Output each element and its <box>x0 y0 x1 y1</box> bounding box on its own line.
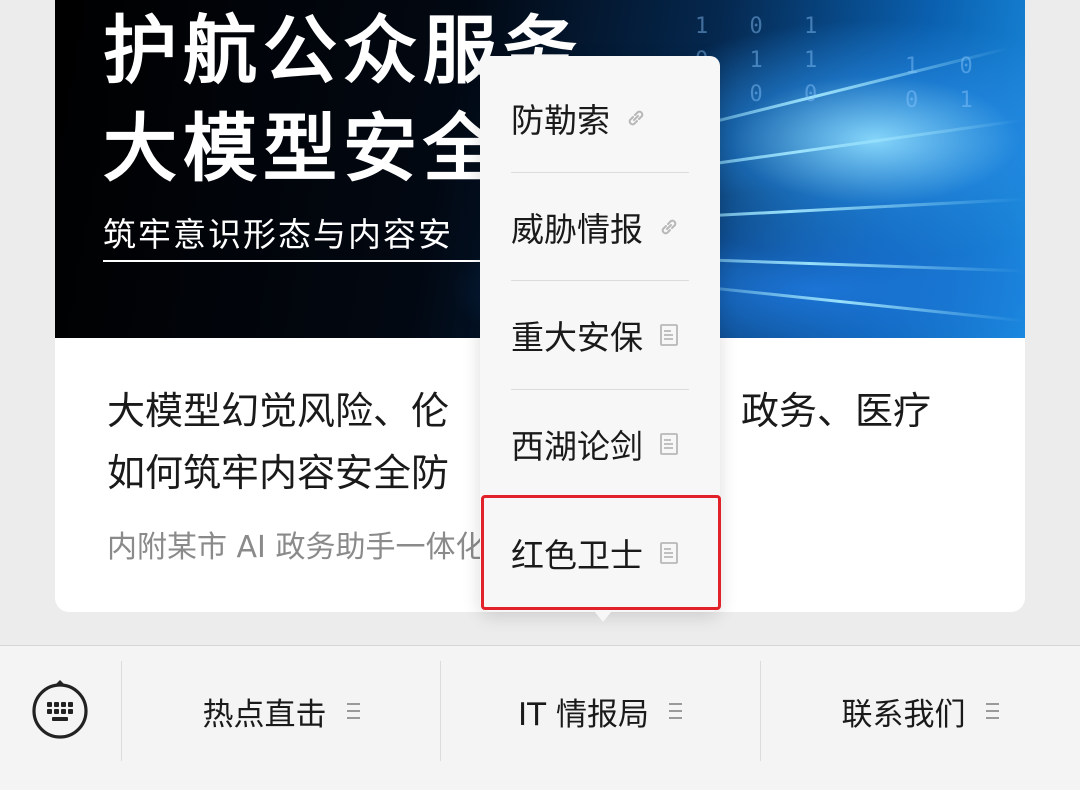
tab-label: IT 情报局 <box>518 696 649 733</box>
menu-lines-icon <box>668 703 682 719</box>
menu-item-weixieqingbao[interactable]: 威胁情报 <box>480 173 720 281</box>
highlight-box <box>481 495 721 610</box>
menu-item-label: 防勒索 <box>511 101 610 140</box>
tab-label: 热点直击 <box>202 696 327 733</box>
page-icon <box>657 432 681 456</box>
link-icon <box>657 215 681 239</box>
menu-item-fangleisuo[interactable]: 防勒索 <box>480 64 720 172</box>
bottom-menu-bar: 热点直击 IT 情报局 联系我们 <box>0 645 1080 790</box>
menu-item-label: 重大安保 <box>511 318 643 357</box>
tab-label: 联系我们 <box>841 696 966 733</box>
banner-headline-2: 大模型安全 <box>103 106 503 192</box>
link-icon <box>624 106 648 130</box>
tab-it-qingbaoju[interactable]: IT 情报局 <box>440 661 760 761</box>
banner-subtitle: 筑牢意识形态与内容安 <box>103 215 453 254</box>
menu-item-label: 西湖论剑 <box>511 427 643 466</box>
menu-item-zhongdaanbao[interactable]: 重大安保 <box>480 281 720 389</box>
article-title-line1: 大模型幻觉风险、伦 <box>107 389 450 433</box>
article-title-line1-end: 政务、医疗 <box>741 389 932 433</box>
keyboard-icon[interactable] <box>30 680 90 740</box>
tab-redian-zhiji[interactable]: 热点直击 <box>121 661 441 761</box>
page-icon <box>657 323 681 347</box>
menu-item-label: 威胁情报 <box>511 210 643 249</box>
menu-lines-icon <box>346 703 360 719</box>
menu-lines-icon <box>985 703 999 719</box>
tab-lianxi-women[interactable]: 联系我们 <box>760 661 1080 761</box>
menu-item-xihulunjian[interactable]: 西湖论剑 <box>480 390 720 498</box>
